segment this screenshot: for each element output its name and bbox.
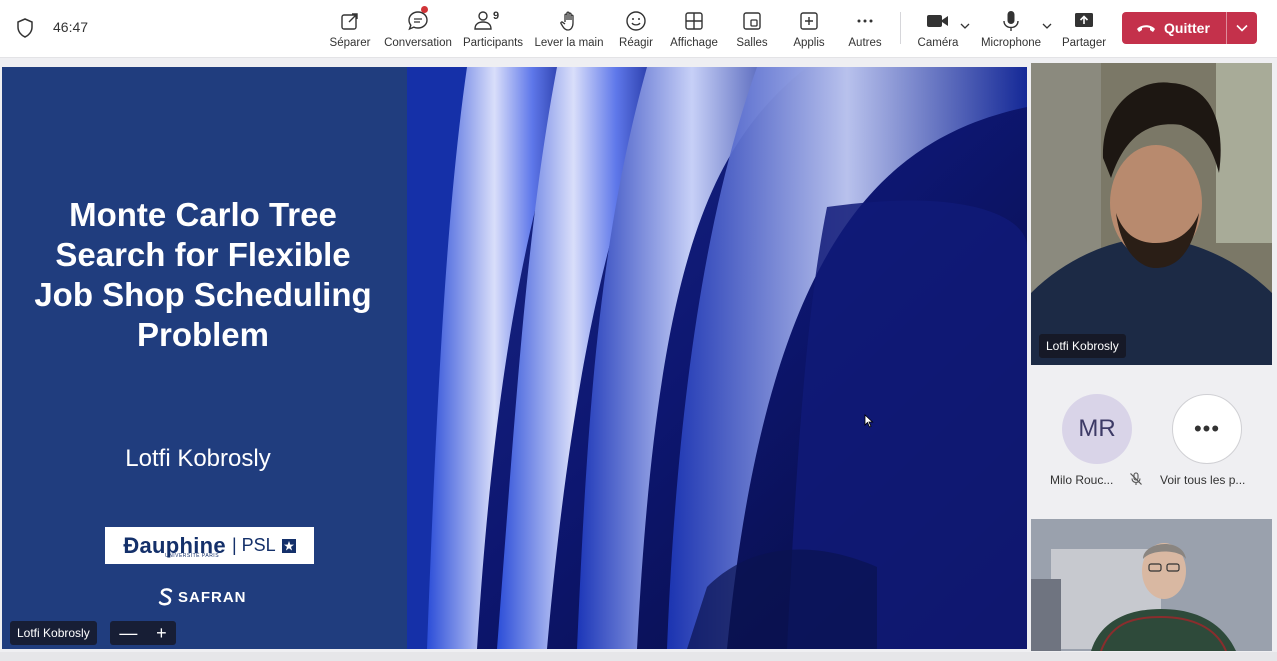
camera-options-chevron-icon[interactable]	[960, 22, 970, 30]
meeting-toolbar: 46:47 Séparer Conversation 9 Participant…	[0, 0, 1277, 58]
psl-star-icon	[281, 538, 296, 553]
raise-hand-label: Lever la main	[534, 37, 604, 49]
participants-label: Participants	[462, 37, 524, 49]
presenter-name-tag: Lotfi Kobrosly	[10, 621, 97, 645]
conversation-label: Conversation	[384, 37, 452, 49]
conversation-button[interactable]: Conversation	[383, 6, 453, 52]
zoom-in-button[interactable]: +	[156, 621, 167, 645]
participant-video-feed	[1031, 63, 1272, 365]
microphone-muted-icon	[1130, 472, 1142, 485]
unread-dot	[421, 6, 428, 13]
bottom-edge	[0, 652, 1277, 661]
participant-avatar-name: Milo Rouc...	[1050, 473, 1114, 487]
grid-icon	[682, 9, 706, 33]
rooms-label: Salles	[736, 37, 768, 49]
apps-button[interactable]: Applis	[791, 6, 827, 52]
toolbar-divider	[900, 12, 901, 44]
share-button[interactable]: Partager	[1060, 6, 1108, 52]
chat-icon	[406, 6, 430, 33]
popout-icon	[338, 9, 362, 33]
add-app-icon	[797, 9, 821, 33]
mouse-cursor-icon	[864, 414, 874, 428]
dauphine-psl-logo: Ɖauphine UNIVERSITÉ PARIS | PSL	[105, 527, 314, 564]
camera-button[interactable]: Caméra	[916, 6, 960, 52]
safran-logo: SAFRAN	[158, 587, 247, 607]
leave-main[interactable]: Quitter	[1122, 12, 1226, 44]
leave-options-button[interactable]	[1227, 12, 1257, 44]
hand-icon	[557, 9, 581, 33]
psl-logo-text: | PSL	[231, 535, 276, 555]
zoom-out-button[interactable]: —	[119, 621, 137, 645]
react-button[interactable]: Réagir	[618, 6, 654, 52]
shared-content-stage[interactable]: Monte Carlo Tree Search for Flexible Job…	[2, 67, 1027, 649]
safran-logo-text: SAFRAN	[178, 588, 247, 606]
share-tray-icon	[1072, 9, 1096, 33]
participant-video-tile-2[interactable]	[1031, 519, 1272, 651]
share-label: Partager	[1061, 37, 1107, 49]
shield-icon[interactable]	[16, 18, 34, 38]
rooms-button[interactable]: Salles	[735, 6, 769, 52]
view-button[interactable]: Affichage	[668, 6, 720, 52]
raise-hand-button[interactable]: Lever la main	[534, 6, 604, 52]
turbine-blades-image	[407, 67, 1027, 649]
participant-video-tile-1[interactable]: Lotfi Kobrosly	[1031, 63, 1272, 365]
video-camera-icon	[926, 9, 950, 33]
breakout-rooms-icon	[740, 9, 764, 33]
more-label: Autres	[848, 37, 882, 49]
participant-name-tag: Lotfi Kobrosly	[1039, 334, 1126, 358]
slide-title-panel: Monte Carlo Tree Search for Flexible Job…	[2, 67, 407, 649]
dauphine-logo-subtext: UNIVERSITÉ PARIS	[165, 553, 220, 559]
chevron-down-icon	[1236, 24, 1248, 32]
apps-label: Applis	[793, 37, 825, 49]
microphone-options-chevron-icon[interactable]	[1042, 22, 1052, 30]
leave-button[interactable]: Quitter	[1122, 12, 1257, 44]
view-all-participants-label: Voir tous les p...	[1160, 473, 1246, 487]
zoom-controls: — +	[110, 621, 176, 645]
camera-label: Caméra	[917, 37, 959, 49]
participants-button[interactable]: 9 Participants	[462, 6, 524, 52]
meeting-timer: 46:47	[53, 19, 89, 35]
separer-label: Séparer	[329, 37, 371, 49]
people-icon: 9	[473, 9, 513, 33]
participant-video-feed	[1031, 519, 1272, 651]
microphone-icon	[999, 9, 1023, 33]
smiley-icon	[624, 9, 648, 33]
slide-author: Lotfi Kobrosly	[125, 445, 271, 472]
microphone-label: Microphone	[980, 37, 1042, 49]
leave-label: Quitter	[1164, 20, 1210, 36]
view-all-participants-button[interactable]: •••	[1172, 394, 1242, 464]
view-label: Affichage	[670, 37, 718, 49]
teams-meeting-window: 46:47 Séparer Conversation 9 Participant…	[0, 0, 1277, 661]
more-button[interactable]: Autres	[846, 6, 884, 52]
slide-title: Monte Carlo Tree Search for Flexible Job…	[34, 196, 372, 353]
separer-button[interactable]: Séparer	[329, 6, 371, 52]
react-label: Réagir	[619, 37, 653, 49]
participants-count: 9	[493, 10, 500, 22]
safran-s-icon	[158, 588, 173, 606]
ellipsis-icon	[853, 9, 877, 33]
microphone-button[interactable]: Microphone	[979, 6, 1043, 52]
hang-up-icon	[1137, 25, 1155, 32]
participant-avatar[interactable]: MR	[1062, 394, 1132, 464]
